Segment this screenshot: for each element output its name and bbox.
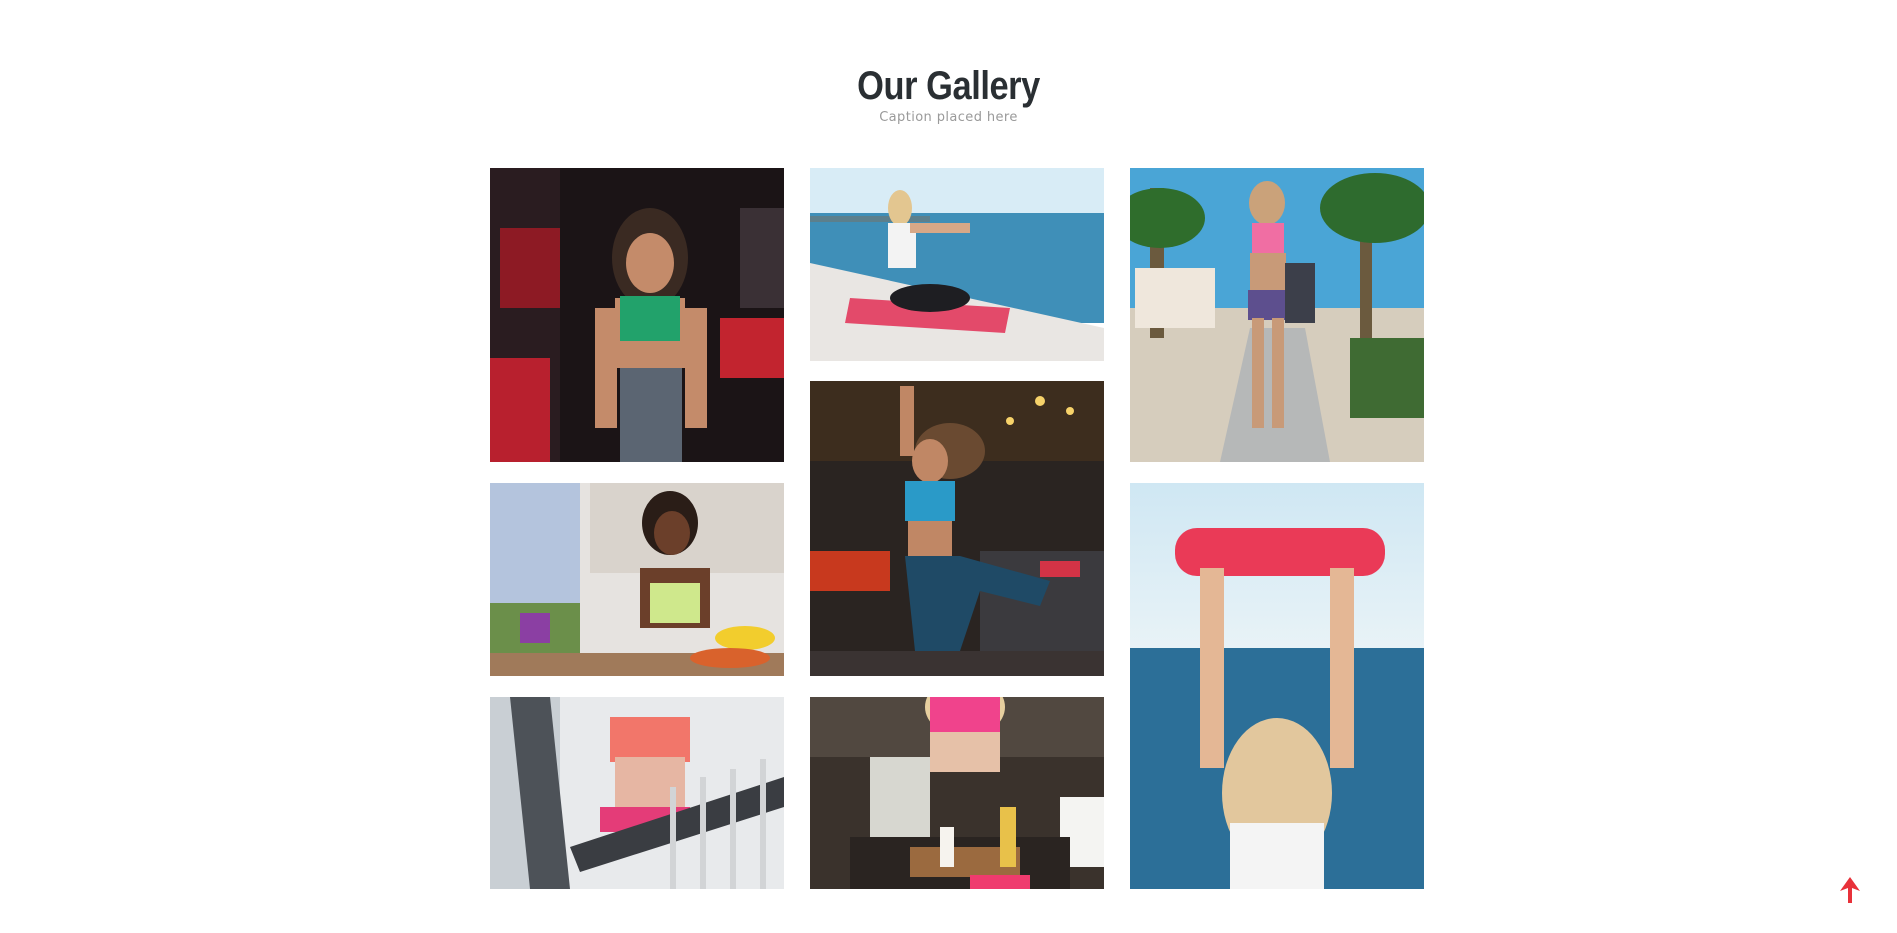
gallery-item-promenade[interactable] [1130,168,1424,462]
arrow-up-icon [1840,877,1860,903]
gallery-item-kitchen[interactable] [490,483,784,676]
gallery-item-gym[interactable] [490,168,784,462]
gallery-image [490,697,784,889]
gallery-image [490,168,784,462]
gallery-item-yoga-sea[interactable] [810,168,1104,361]
gallery-image [1130,483,1424,889]
gallery-image [490,483,784,676]
gallery-image [810,381,1104,676]
gallery-caption: Caption placed here [879,110,1018,125]
gallery-item-smoothie[interactable] [810,697,1104,889]
gallery-item-dance[interactable] [810,381,1104,676]
gallery-image [810,168,1104,361]
gallery-item-yoga-mat[interactable] [1130,483,1424,889]
back-to-top-button[interactable] [1840,877,1860,903]
gallery-section: Our Gallery Caption placed here [0,0,1897,933]
gallery-title: Our Gallery [857,64,1040,108]
gallery-image [810,697,1104,889]
gallery-item-balcony[interactable] [490,697,784,889]
gallery-image [1130,168,1424,462]
